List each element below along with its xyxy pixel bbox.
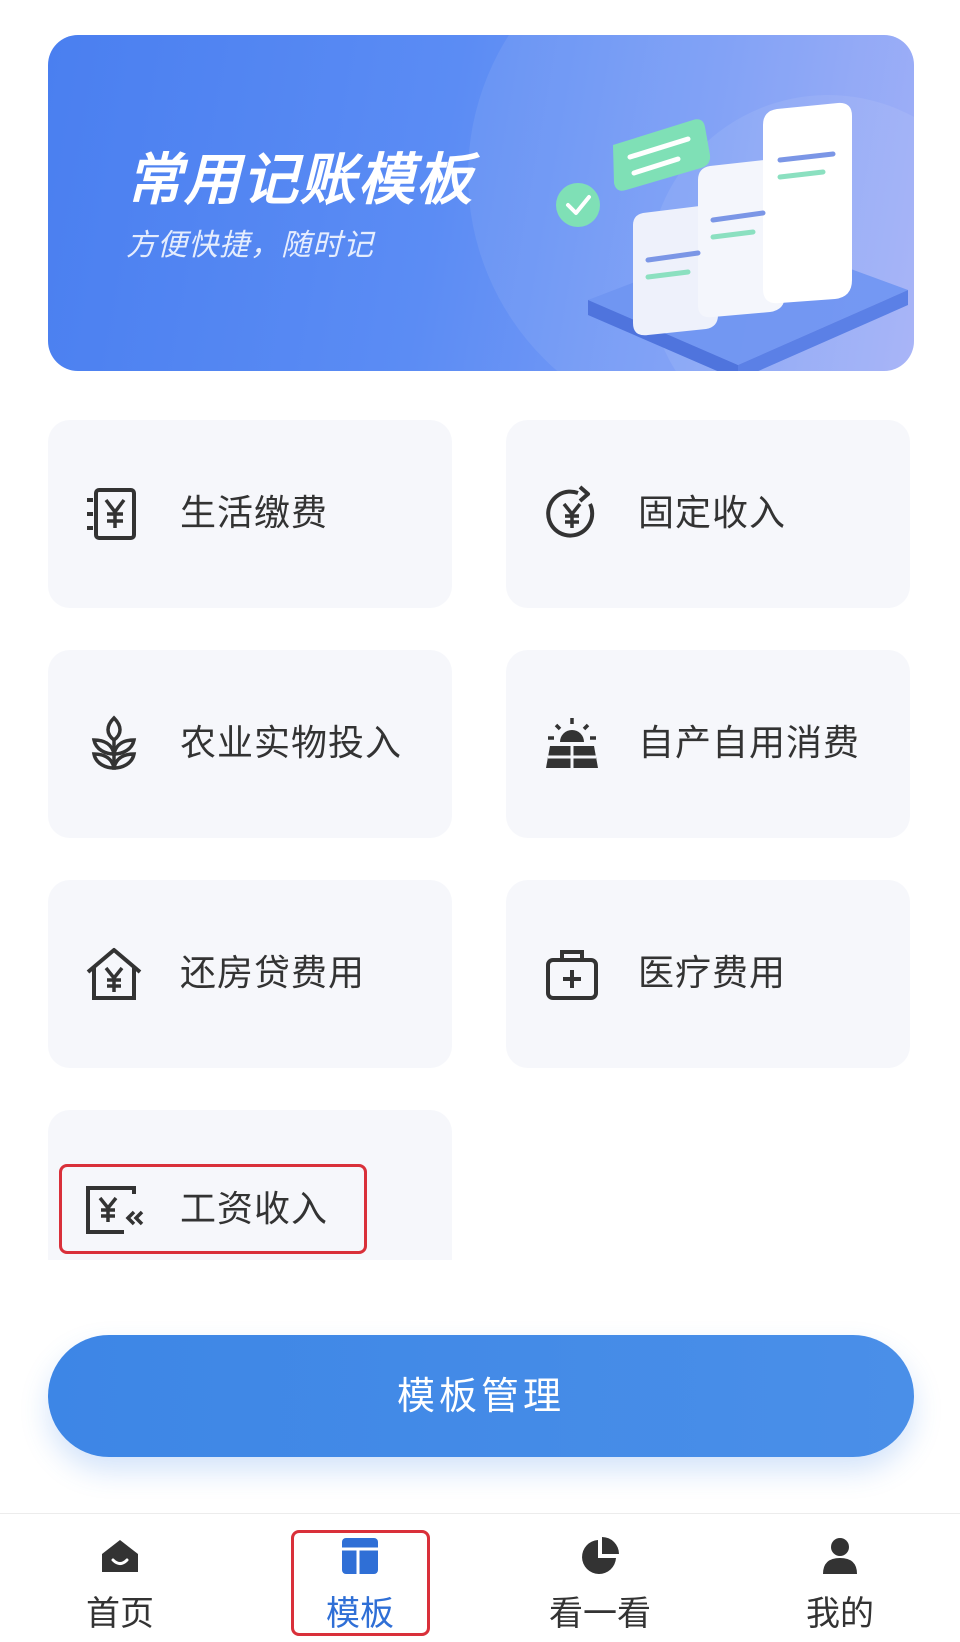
template-label: 还房贷费用 [180,953,366,994]
tab-label: 首页 [86,1594,154,1634]
template-label: 生活缴费 [180,493,329,534]
tab-label: 看一看 [549,1594,651,1634]
medical-kit-icon [546,950,598,1000]
tab-browse[interactable]: 看一看 [525,1514,675,1642]
template-manage-button[interactable]: 模板管理 [48,1335,914,1457]
template-label: 医疗费用 [638,953,787,994]
template-card-agri-input[interactable]: 农业实物投入 [48,650,452,838]
template-label: 自产自用消费 [638,723,861,764]
template-card-fixed-income[interactable]: 固定收入 [506,420,910,608]
wheat-icon [91,715,137,770]
template-label: 固定收入 [638,493,787,534]
template-card-mortgage[interactable]: 还房贷费用 [48,880,452,1068]
sunrise-field-icon [546,718,598,768]
yen-refresh-icon [546,485,595,538]
tab-label: 我的 [806,1594,874,1634]
highlight-salary [59,1164,367,1254]
banner-subtitle: 方便快捷，随时记 [126,228,374,263]
highlight-template-tab [291,1530,430,1636]
tab-bar: 首页 模板 看一看 我的 [0,1513,960,1642]
house-yen-icon [86,948,142,1000]
banner-title: 常用记账模板 [126,148,474,213]
template-card-self-consumption[interactable]: 自产自用消费 [506,650,910,838]
tab-home[interactable]: 首页 [45,1514,195,1642]
banner: 常用记账模板 方便快捷，随时记 [48,35,914,371]
home-icon [102,1540,138,1572]
receipt-yen-icon [87,488,136,540]
user-icon [823,1538,857,1574]
receipt-illustration [556,102,908,371]
template-card-medical[interactable]: 医疗费用 [506,880,910,1068]
tab-mine[interactable]: 我的 [765,1514,915,1642]
template-label: 农业实物投入 [180,723,403,764]
pie-chart-icon [582,1537,619,1574]
template-card-utilities[interactable]: 生活缴费 [48,420,452,608]
